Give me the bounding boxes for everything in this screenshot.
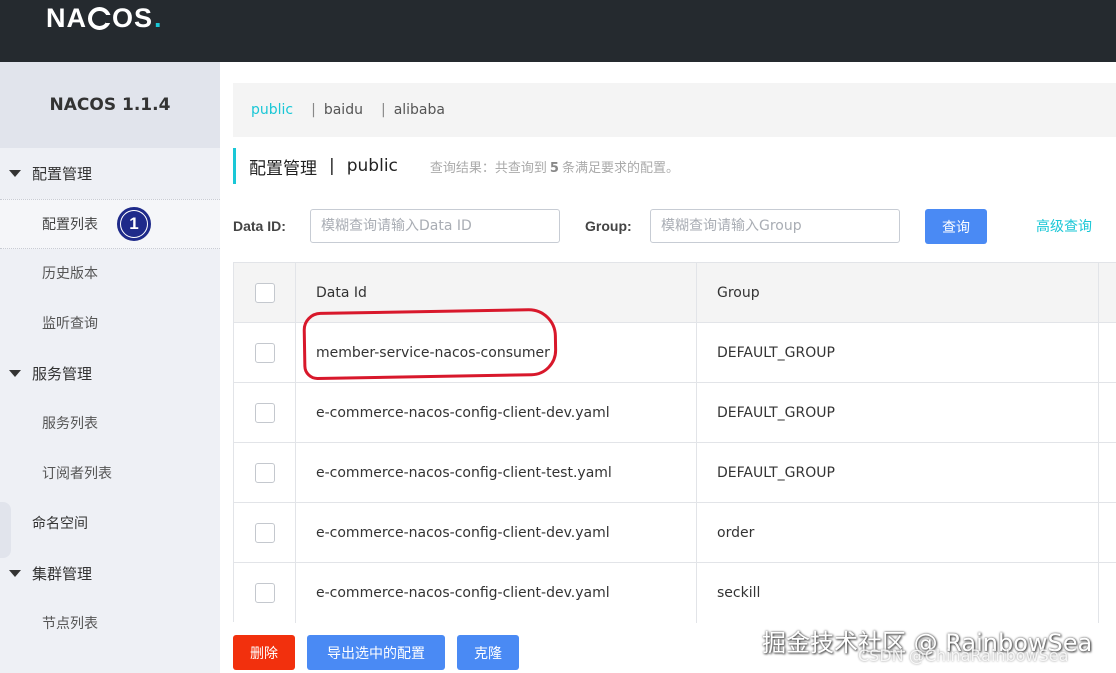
namespace-tab-baidu[interactable]: baidu: [324, 102, 363, 118]
namespace-separator: |: [311, 102, 316, 118]
cell-group: DEFAULT_GROUP: [697, 383, 1099, 443]
sidebar-item-label: 历史版本: [42, 266, 98, 282]
logo-dot: .: [154, 2, 163, 33]
sidebar-item-history[interactable]: 历史版本: [0, 248, 220, 298]
sidebar-item-listener-query[interactable]: 监听查询: [0, 298, 220, 348]
row-checkbox[interactable]: [254, 463, 275, 483]
result-prefix: 查询结果：共查询到: [429, 160, 547, 176]
advanced-query-link[interactable]: 高级查询: [1036, 209, 1092, 243]
cell-data-id: e-commerce-nacos-config-client-dev.yaml: [296, 503, 697, 563]
result-count: 5: [549, 160, 559, 176]
annotation-highlight-circle: [302, 307, 558, 381]
group-label: Group:: [585, 218, 632, 234]
logo-text-end: OS: [112, 2, 154, 33]
logo-ring-icon: [88, 6, 112, 30]
row-checkbox-cell: [234, 503, 296, 563]
menu-group-label: 集群管理: [32, 564, 93, 583]
sidebar-collapse-handle[interactable]: [0, 502, 11, 558]
sidebar: NACOS 1.1.4 配置管理 配置列表 1 历史版本 监听查询 服务管理 服…: [0, 62, 220, 673]
query-button[interactable]: 查询: [925, 209, 987, 244]
watermark-sub: CSDN @ChinaRainbowSea: [858, 646, 1069, 665]
logo-text-start: NA: [46, 2, 87, 33]
page-title-namespace: public: [346, 156, 398, 176]
version-title: NACOS 1.1.4: [0, 62, 220, 148]
sidebar-item-label: 监听查询: [42, 316, 98, 332]
sidebar-item-label: 配置列表: [42, 217, 98, 233]
caret-down-icon: [9, 369, 21, 377]
sidebar-item-node-list[interactable]: 节点列表: [0, 598, 220, 648]
sidebar-item-subscriber-list[interactable]: 订阅者列表: [0, 448, 220, 498]
select-all-checkbox[interactable]: [254, 283, 275, 303]
row-checkbox-cell: [234, 323, 296, 383]
column-header-group[interactable]: Group: [697, 263, 1099, 323]
result-suffix: 条满足要求的配置。: [561, 160, 679, 176]
table-row: e-commerce-nacos-config-client-test.yaml…: [234, 443, 1116, 503]
sidebar-item-label: 命名空间: [32, 516, 88, 532]
header-checkbox-cell: [234, 263, 296, 323]
dataid-label: Data ID:: [233, 218, 286, 234]
row-checkbox-cell: [234, 443, 296, 503]
row-checkbox-cell: [234, 383, 296, 443]
cell-data-id: e-commerce-nacos-config-client-dev.yaml: [296, 383, 697, 443]
cell-data-id: e-commerce-nacos-config-client-test.yaml: [296, 443, 697, 503]
caret-down-icon: [9, 169, 21, 177]
sidebar-item-service-list[interactable]: 服务列表: [0, 398, 220, 448]
menu-group-service-management[interactable]: 服务管理: [0, 348, 220, 398]
table-row: e-commerce-nacos-config-client-dev.yaml …: [234, 503, 1116, 563]
delete-button[interactable]: 删除: [233, 635, 295, 670]
page-title-separator: |: [329, 156, 335, 176]
menu-group-label: 服务管理: [32, 364, 93, 383]
namespace-bar: public | baidu | alibaba: [233, 83, 1116, 137]
cell-group: DEFAULT_GROUP: [697, 323, 1099, 383]
caret-down-icon: [9, 569, 21, 577]
dataid-search-input[interactable]: [310, 209, 560, 243]
row-checkbox[interactable]: [254, 523, 275, 543]
sidebar-item-config-list[interactable]: 配置列表: [0, 199, 220, 249]
page-title-section: 配置管理: [249, 158, 317, 179]
namespace-separator: |: [380, 102, 386, 118]
sidebar-item-label: 服务列表: [42, 416, 98, 432]
sidebar-item-namespace[interactable]: 命名空间: [0, 498, 220, 548]
top-bar: NA OS.: [0, 0, 1116, 62]
sidebar-item-label: 订阅者列表: [42, 466, 112, 482]
namespace-tab-alibaba[interactable]: alibaba: [394, 102, 445, 118]
step-badge: 1: [117, 207, 151, 241]
menu-group-label: 配置管理: [32, 164, 93, 183]
page-title: 配置管理 | public 查询结果：共查询到 5 条满足要求的配置。: [233, 148, 679, 184]
menu-group-cluster-management[interactable]: 集群管理: [0, 548, 220, 598]
menu-group-config-management[interactable]: 配置管理: [0, 148, 220, 198]
row-checkbox[interactable]: [254, 403, 275, 423]
namespace-tab-public[interactable]: public: [251, 102, 293, 118]
row-checkbox-cell: [234, 563, 296, 623]
cell-group: order: [697, 503, 1099, 563]
query-result-summary: 查询结果：共查询到 5 条满足要求的配置。: [430, 157, 679, 176]
row-checkbox[interactable]: [254, 583, 275, 603]
nacos-logo[interactable]: NA OS.: [46, 2, 163, 33]
table-row: e-commerce-nacos-config-client-dev.yaml …: [234, 563, 1116, 623]
sidebar-item-label: 节点列表: [42, 616, 98, 632]
cell-group: DEFAULT_GROUP: [697, 443, 1099, 503]
table-row: e-commerce-nacos-config-client-dev.yaml …: [234, 383, 1116, 443]
cell-data-id: e-commerce-nacos-config-client-dev.yaml: [296, 563, 697, 623]
clone-button[interactable]: 克隆: [457, 635, 519, 670]
step-badge-number: 1: [121, 211, 147, 237]
export-selected-button[interactable]: 导出选中的配置: [307, 635, 445, 670]
group-search-input[interactable]: [650, 209, 900, 243]
row-checkbox[interactable]: [254, 343, 275, 363]
cell-group: seckill: [697, 563, 1099, 623]
